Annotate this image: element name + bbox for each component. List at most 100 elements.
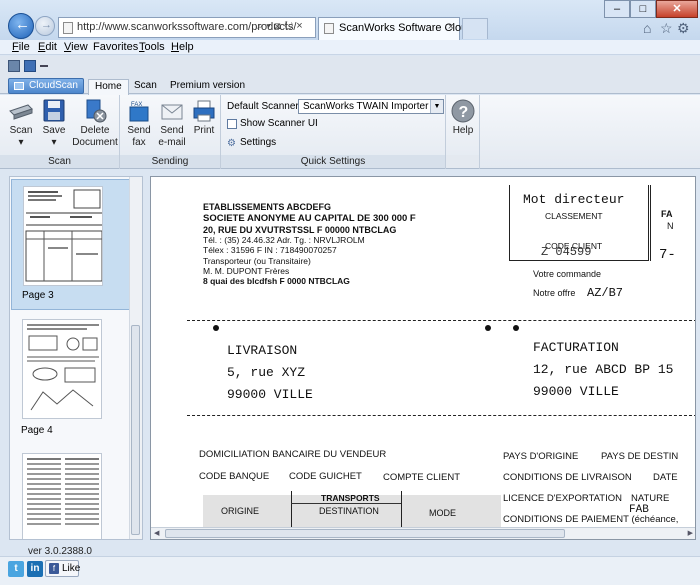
- menu-file[interactable]: File: [12, 41, 30, 53]
- doc-classement: CLASSEMENT: [545, 211, 603, 221]
- doc-compte-client: COMPTE CLIENT: [383, 472, 461, 483]
- doc-destination: DESTINATION: [319, 506, 379, 516]
- send-email-button[interactable]: Send e-mail: [156, 99, 188, 149]
- doc-origine: ORIGINE: [221, 506, 260, 516]
- linkedin-icon[interactable]: in: [27, 561, 43, 577]
- thumbnail-page-4[interactable]: Page 4: [11, 313, 130, 444]
- delete-document-icon: [82, 99, 108, 123]
- doc-sender-line: Tél. : (35) 24.46.32 Adr. Tg. : NRVLJROL…: [203, 235, 365, 245]
- doc-licence-export: LICENCE D'EXPORTATION: [503, 493, 623, 504]
- doc-pays-origine: PAYS D'ORIGINE: [503, 451, 579, 462]
- thumbnail-scrollbar[interactable]: [129, 177, 142, 539]
- save-quick-icon[interactable]: [24, 60, 36, 72]
- tab-scan[interactable]: Scan: [128, 79, 163, 95]
- facebook-icon: f: [49, 563, 59, 574]
- default-scanner-label: Default Scanner:: [227, 101, 302, 112]
- chevron-down-icon[interactable]: ▼: [430, 100, 443, 113]
- favorites-star-icon[interactable]: ☆: [660, 20, 673, 37]
- show-scanner-ui-label[interactable]: Show Scanner UI: [240, 118, 318, 129]
- quick-access-toolbar: [0, 56, 700, 78]
- thumbnail-preview: [22, 319, 102, 419]
- address-controls[interactable]: ⌕ ▾ ⊠ ↻ ×: [257, 20, 303, 33]
- settings-gear-small-icon: ⚙: [227, 138, 236, 149]
- doc-separator: [187, 415, 695, 416]
- thumbnail-scrollbar-thumb[interactable]: [131, 325, 140, 535]
- tab-close-icon[interactable]: ×: [448, 21, 454, 33]
- doc-code-client-value: Z 04599: [541, 245, 592, 259]
- svg-text:?: ?: [459, 104, 469, 121]
- social-bar: t in f Like: [0, 556, 700, 585]
- printer-icon: [191, 99, 217, 123]
- new-tab-button[interactable]: [462, 18, 488, 39]
- thumbnail-page-3[interactable]: Page 3: [11, 179, 130, 310]
- menu-edit[interactable]: Edit: [38, 41, 57, 53]
- doc-right-number: 7-: [659, 247, 676, 263]
- scroll-right-icon[interactable]: ▶: [688, 528, 693, 539]
- doc-pays-destination: PAYS DE DESTIN: [601, 451, 679, 462]
- facebook-like-button[interactable]: f Like: [45, 560, 80, 577]
- tab-title: ScanWorks Software Cloud...: [339, 22, 483, 34]
- thumbnail-page-5[interactable]: [11, 447, 130, 539]
- envelope-icon: [159, 99, 185, 123]
- menu-tools[interactable]: Tools: [139, 41, 165, 53]
- doc-bullet: [513, 325, 519, 331]
- address-bar[interactable]: http://www.scanworkssoftware.com/product…: [58, 17, 316, 38]
- doc-mode: MODE: [429, 508, 456, 518]
- menu-view[interactable]: View: [64, 41, 88, 53]
- send-fax-button[interactable]: FAX Send fax: [124, 99, 154, 149]
- thumbnail-preview: [23, 186, 103, 286]
- forward-button[interactable]: →: [35, 16, 55, 36]
- thumbnail-preview: [22, 453, 102, 539]
- scroll-left-icon[interactable]: ◀: [154, 528, 159, 539]
- doc-livraison-line: 5, rue XYZ: [227, 365, 306, 380]
- maximize-button[interactable]: □: [630, 0, 656, 18]
- delete-document-button[interactable]: Delete Document: [72, 99, 118, 149]
- customize-toolbar-icon[interactable]: [40, 65, 48, 71]
- document-viewer[interactable]: ETABLISSEMENTS ABCDEFG SOCIETE ANONYME A…: [150, 176, 696, 540]
- doc-facturation-line: 12, rue ABCD BP 15: [533, 362, 674, 377]
- doc-sender-line: Transporteur (ou Transitaire): [203, 256, 311, 266]
- home-icon[interactable]: ⌂: [643, 20, 651, 36]
- menu-favorites[interactable]: Favorites: [93, 41, 138, 53]
- sending-group: FAX Send fax Send e-mail Print Sending: [120, 95, 221, 169]
- thumbnail-pane[interactable]: Page 3 Page 4: [9, 176, 143, 540]
- doc-box-right-top: FA: [661, 209, 673, 219]
- doc-livraison-title: LIVRAISON: [227, 343, 298, 358]
- settings-button[interactable]: Settings: [240, 137, 276, 148]
- doc-notre-offre-value: AZ/B7: [587, 286, 624, 300]
- tab-premium-version[interactable]: Premium version: [164, 79, 251, 95]
- browser-tab[interactable]: ScanWorks Software Cloud... ×: [318, 17, 482, 40]
- minimize-button[interactable]: –: [604, 0, 630, 18]
- show-scanner-ui-checkbox[interactable]: [227, 119, 237, 129]
- floppy-disk-icon: [41, 99, 67, 123]
- menu-bar: File Edit View Favorites Tools Help: [0, 40, 700, 55]
- thumbnail-label: Page 4: [21, 425, 53, 436]
- doc-sender-line: M. M. DUPONT Frères: [203, 266, 290, 276]
- cloudscan-app-button[interactable]: CloudScan: [8, 78, 84, 94]
- help-button[interactable]: ? Help: [450, 99, 476, 137]
- doc-livraison-line: 99000 VILLE: [227, 387, 313, 402]
- print-button[interactable]: Print: [190, 99, 218, 137]
- document-scrollbar-thumb[interactable]: [165, 529, 565, 538]
- tab-page-icon: [324, 23, 334, 34]
- twitter-icon[interactable]: t: [8, 561, 24, 577]
- tab-home[interactable]: Home: [88, 79, 129, 96]
- doc-sender-line: ETABLISSEMENTS ABCDEFG: [203, 202, 332, 212]
- doc-box-right-mid: N: [667, 221, 674, 231]
- doc-bullet: [485, 325, 491, 331]
- doc-sender-line: SOCIETE ANONYME AU CAPITAL DE 300 000 F: [203, 213, 416, 224]
- settings-gear-icon[interactable]: ⚙: [677, 20, 690, 37]
- app-menu-icon[interactable]: [8, 60, 20, 72]
- doc-facturation-line: 99000 VILLE: [533, 384, 619, 399]
- scan-dropdown-arrow: ▾: [18, 137, 24, 148]
- doc-bullet: [213, 325, 219, 331]
- scan-button[interactable]: Scan ▾: [6, 99, 36, 149]
- doc-conditions-paiement: CONDITIONS DE PAIEMENT (échéance,: [503, 514, 679, 525]
- back-button[interactable]: ←: [8, 13, 34, 39]
- cloudscan-icon: [14, 82, 24, 90]
- close-window-button[interactable]: ✕: [656, 0, 698, 18]
- default-scanner-select[interactable]: ScanWorks TWAIN Importer ▼: [298, 99, 444, 114]
- menu-help[interactable]: Help: [171, 41, 194, 53]
- save-button[interactable]: Save ▾: [40, 99, 68, 149]
- document-horizontal-scrollbar[interactable]: ◀ ▶: [151, 527, 695, 539]
